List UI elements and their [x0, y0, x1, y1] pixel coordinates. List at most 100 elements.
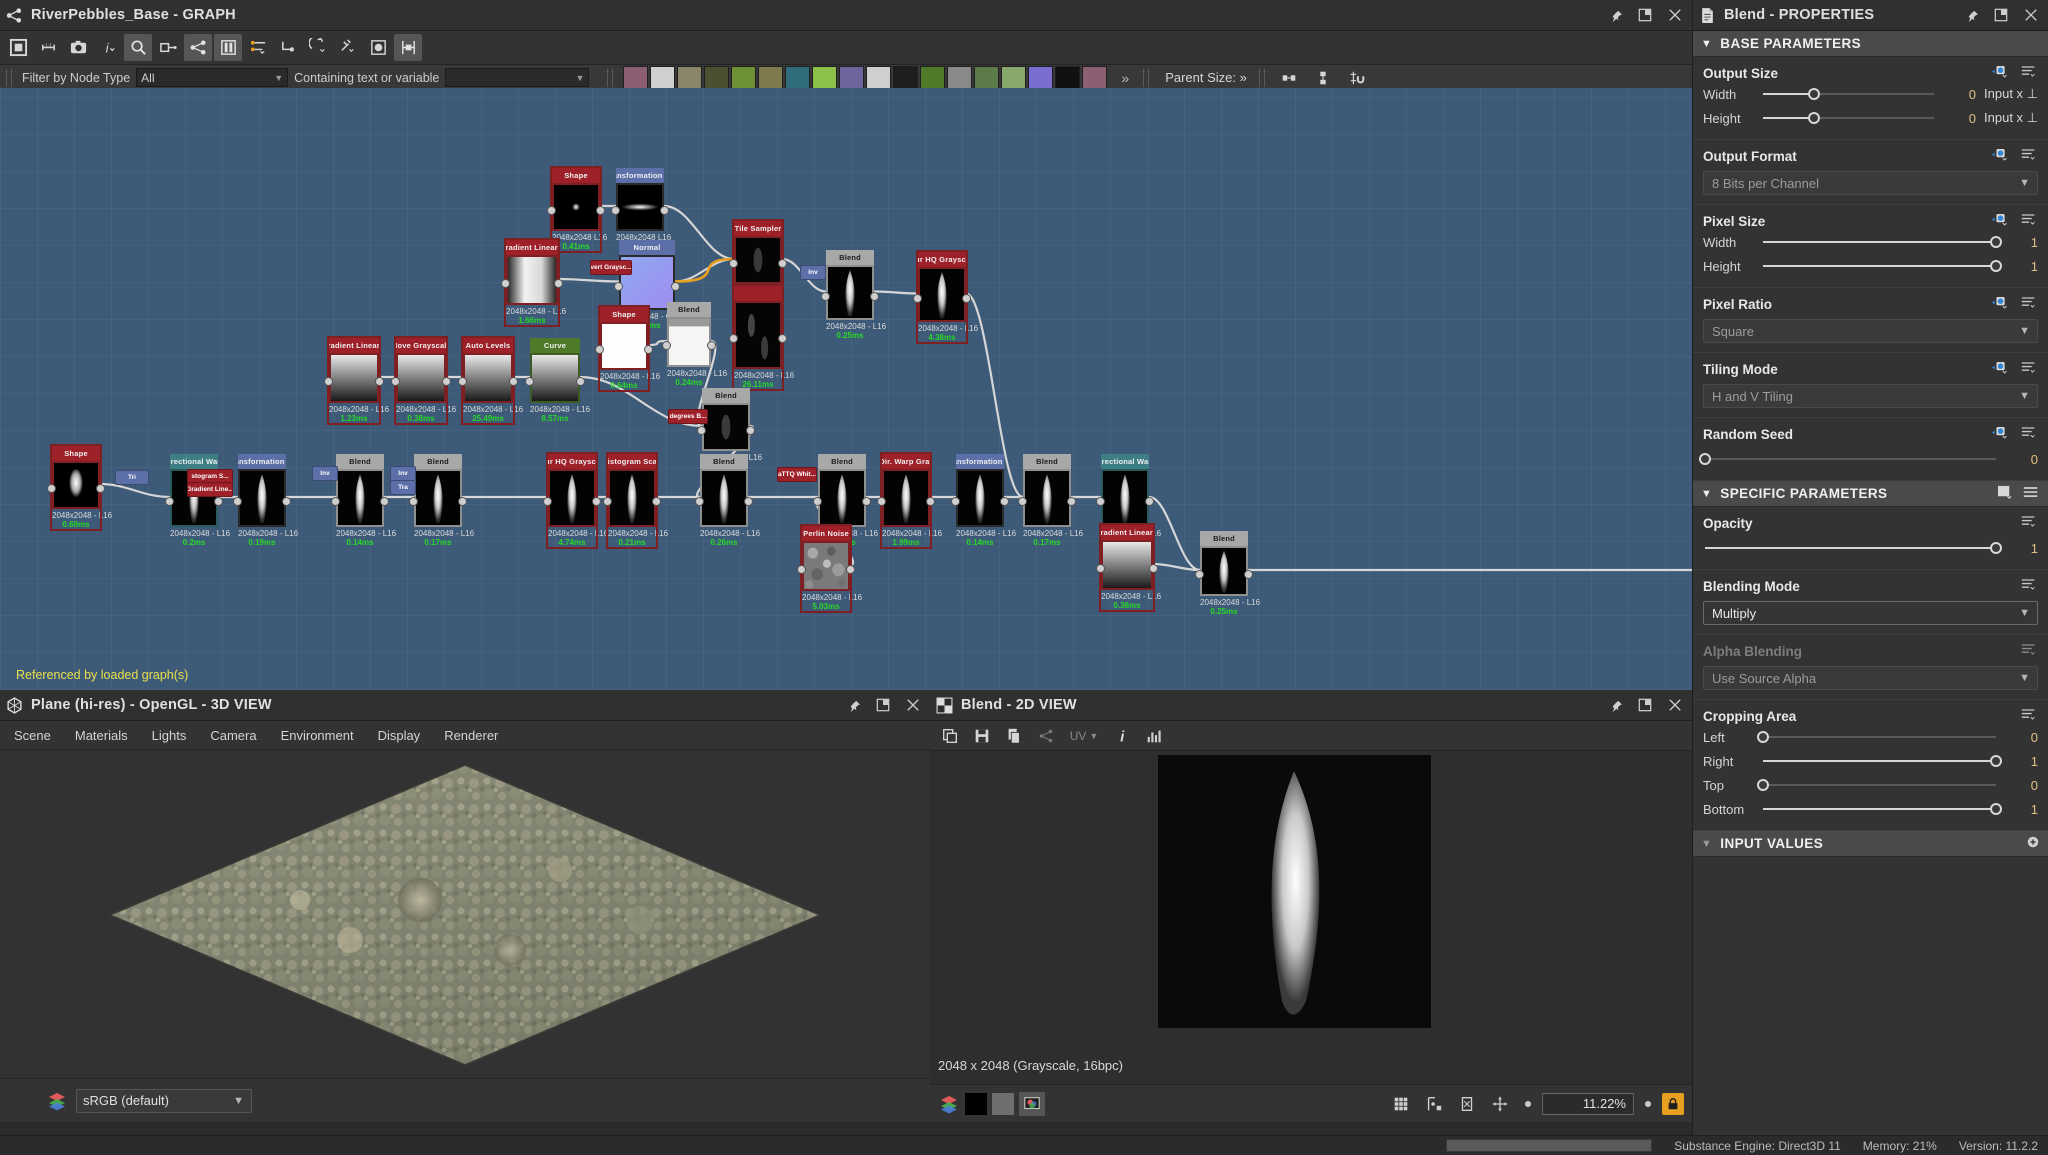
- duplicate-icon[interactable]: [1000, 722, 1028, 749]
- gradient-node-button[interactable]: [893, 66, 918, 89]
- levels-node-button[interactable]: [731, 66, 756, 89]
- measure-icon[interactable]: [1420, 1090, 1448, 1117]
- view2d-image[interactable]: [930, 751, 1692, 1061]
- expose-parameter-icon[interactable]: [1991, 360, 2011, 378]
- rgb-preview-icon[interactable]: [1019, 1092, 1045, 1116]
- palette-overflow-button[interactable]: »: [1113, 70, 1137, 86]
- node-input-pin[interactable]: [233, 497, 242, 506]
- copy-image-icon[interactable]: [936, 722, 964, 749]
- node-input-pin[interactable]: [331, 497, 340, 506]
- graph-node[interactable]: Auto Levels2048x2048 - L1625.49ms: [463, 338, 513, 423]
- cropping-bottom-slider[interactable]: [1763, 802, 1996, 816]
- graph-mini-node[interactable]: Tri: [115, 470, 149, 485]
- parameter-menu-icon[interactable]: [2022, 485, 2040, 503]
- graph-mini-node[interactable]: Inv: [390, 466, 416, 481]
- opacity-slider[interactable]: [1705, 541, 1996, 555]
- graph-mini-node[interactable]: Inv: [800, 265, 826, 280]
- node-output-pin[interactable]: [1244, 570, 1253, 579]
- maximize-button[interactable]: [1634, 4, 1656, 26]
- close-button[interactable]: [2020, 4, 2042, 26]
- tile-node-button[interactable]: [866, 66, 891, 89]
- pattern-node-button[interactable]: [920, 66, 945, 89]
- graph-mini-node[interactable]: Inv: [312, 466, 338, 481]
- pixel-ratio-select[interactable]: Square ▼: [1703, 319, 2038, 343]
- output-size-height-value[interactable]: 0: [1942, 111, 1976, 126]
- node-input-pin[interactable]: [1096, 497, 1105, 506]
- opacity-value[interactable]: 1: [2004, 541, 2038, 556]
- node-input-pin[interactable]: [813, 497, 822, 506]
- pixel-size-height-value[interactable]: 1: [2004, 259, 2038, 274]
- view3d-menu-renderer[interactable]: Renderer: [432, 724, 510, 747]
- view3d-menu-environment[interactable]: Environment: [269, 724, 366, 747]
- node-input-pin[interactable]: [1018, 497, 1027, 506]
- blend-node-button[interactable]: [677, 66, 702, 89]
- align-icon[interactable]: [394, 34, 422, 61]
- layers-icon[interactable]: [46, 1091, 68, 1111]
- node-output-pin[interactable]: [282, 497, 291, 506]
- info-icon[interactable]: i: [1108, 722, 1136, 749]
- save-image-icon[interactable]: [968, 722, 996, 749]
- parameter-menu-icon[interactable]: [2020, 642, 2038, 660]
- graph-canvas[interactable]: Shape2048x2048 L160.41msTransformation 2…: [0, 88, 1692, 690]
- node-input-pin[interactable]: [595, 345, 604, 354]
- zoom-in-icon[interactable]: [1639, 1090, 1657, 1117]
- graph-mini-node[interactable]: aTTQ Whit...: [777, 467, 817, 482]
- node-input-pin[interactable]: [729, 259, 738, 268]
- node-output-pin[interactable]: [926, 497, 935, 506]
- node-output-pin[interactable]: [846, 565, 855, 574]
- lock-icon[interactable]: [1662, 1093, 1684, 1115]
- extra-grip[interactable]: [1259, 69, 1265, 87]
- shape-node-button[interactable]: [839, 66, 864, 89]
- node-output-pin[interactable]: [380, 497, 389, 506]
- tools-icon[interactable]: [334, 34, 362, 61]
- link-creation-icon[interactable]: [154, 34, 182, 61]
- zoom-one-to-one-icon[interactable]: 1:1: [34, 34, 62, 61]
- blending-mode-select[interactable]: Multiply ▼: [1703, 601, 2038, 625]
- graph-mini-node[interactable]: Gradient Line...: [187, 482, 233, 497]
- graph-node[interactable]: Transformation 2D2048x2048 L160.17ms: [616, 168, 664, 251]
- view3d-menu-materials[interactable]: Materials: [63, 724, 140, 747]
- node-input-pin[interactable]: [951, 497, 960, 506]
- node-input-pin[interactable]: [391, 377, 400, 386]
- node-output-pin[interactable]: [870, 292, 879, 301]
- expose-parameter-icon[interactable]: [1991, 147, 2011, 165]
- fx-node-button[interactable]: [1082, 66, 1107, 89]
- parent-size-grip[interactable]: [1143, 69, 1149, 87]
- node-output-pin[interactable]: [375, 377, 384, 386]
- maximize-button[interactable]: [1634, 694, 1656, 716]
- parameter-menu-icon[interactable]: [2020, 514, 2038, 532]
- graph-node[interactable]: Shape2048x2048 - L160.64ms: [600, 307, 648, 390]
- frame-all-icon[interactable]: [4, 34, 32, 61]
- cropping-right-slider[interactable]: [1763, 754, 1996, 768]
- node-output-pin[interactable]: [862, 497, 871, 506]
- node-output-pin[interactable]: [962, 294, 971, 303]
- close-button[interactable]: [902, 694, 924, 716]
- parameter-menu-icon[interactable]: [2020, 64, 2038, 82]
- parameter-menu-icon[interactable]: [2020, 295, 2038, 313]
- node-output-pin[interactable]: [744, 497, 753, 506]
- tiling-mode-select[interactable]: H and V Tiling ▼: [1703, 384, 2038, 408]
- output-size-width-value[interactable]: 0: [1942, 87, 1976, 102]
- warp-node-button[interactable]: [785, 66, 810, 89]
- view3d-render[interactable]: [0, 750, 930, 1078]
- graph-node[interactable]: Perlin Noise2048x2048 - L165.03ms: [802, 526, 850, 611]
- specific-parameters-section-header[interactable]: ▼ SPECIFIC PARAMETERS: [1693, 481, 2048, 507]
- graph-node[interactable]: Histogram Scan2048x2048 - L160.21ms: [608, 454, 656, 547]
- cropping-bottom-value[interactable]: 1: [2004, 802, 2038, 817]
- parent-size-label[interactable]: Parent Size: »: [1159, 70, 1253, 85]
- graph-layout-icon[interactable]: [184, 34, 212, 61]
- node-output-pin[interactable]: [458, 497, 467, 506]
- node-output-pin[interactable]: [1145, 497, 1154, 506]
- fit-icon[interactable]: [1453, 1090, 1481, 1117]
- node-output-pin[interactable]: [1149, 564, 1158, 573]
- node-output-pin[interactable]: [596, 206, 605, 215]
- info-icon[interactable]: i: [94, 34, 122, 61]
- node-output-pin[interactable]: [778, 334, 787, 343]
- zoom-out-icon[interactable]: [1519, 1090, 1537, 1117]
- palette-grip[interactable]: [607, 69, 613, 87]
- graph-node[interactable]: Blend2048x2048 - L160.14ms: [336, 454, 384, 547]
- view3d-menu-display[interactable]: Display: [366, 724, 433, 747]
- align-horizontal-icon[interactable]: [1275, 64, 1303, 91]
- graph-mini-node[interactable]: vert Graysc...: [590, 260, 632, 275]
- containing-text-input[interactable]: ▼: [445, 68, 589, 87]
